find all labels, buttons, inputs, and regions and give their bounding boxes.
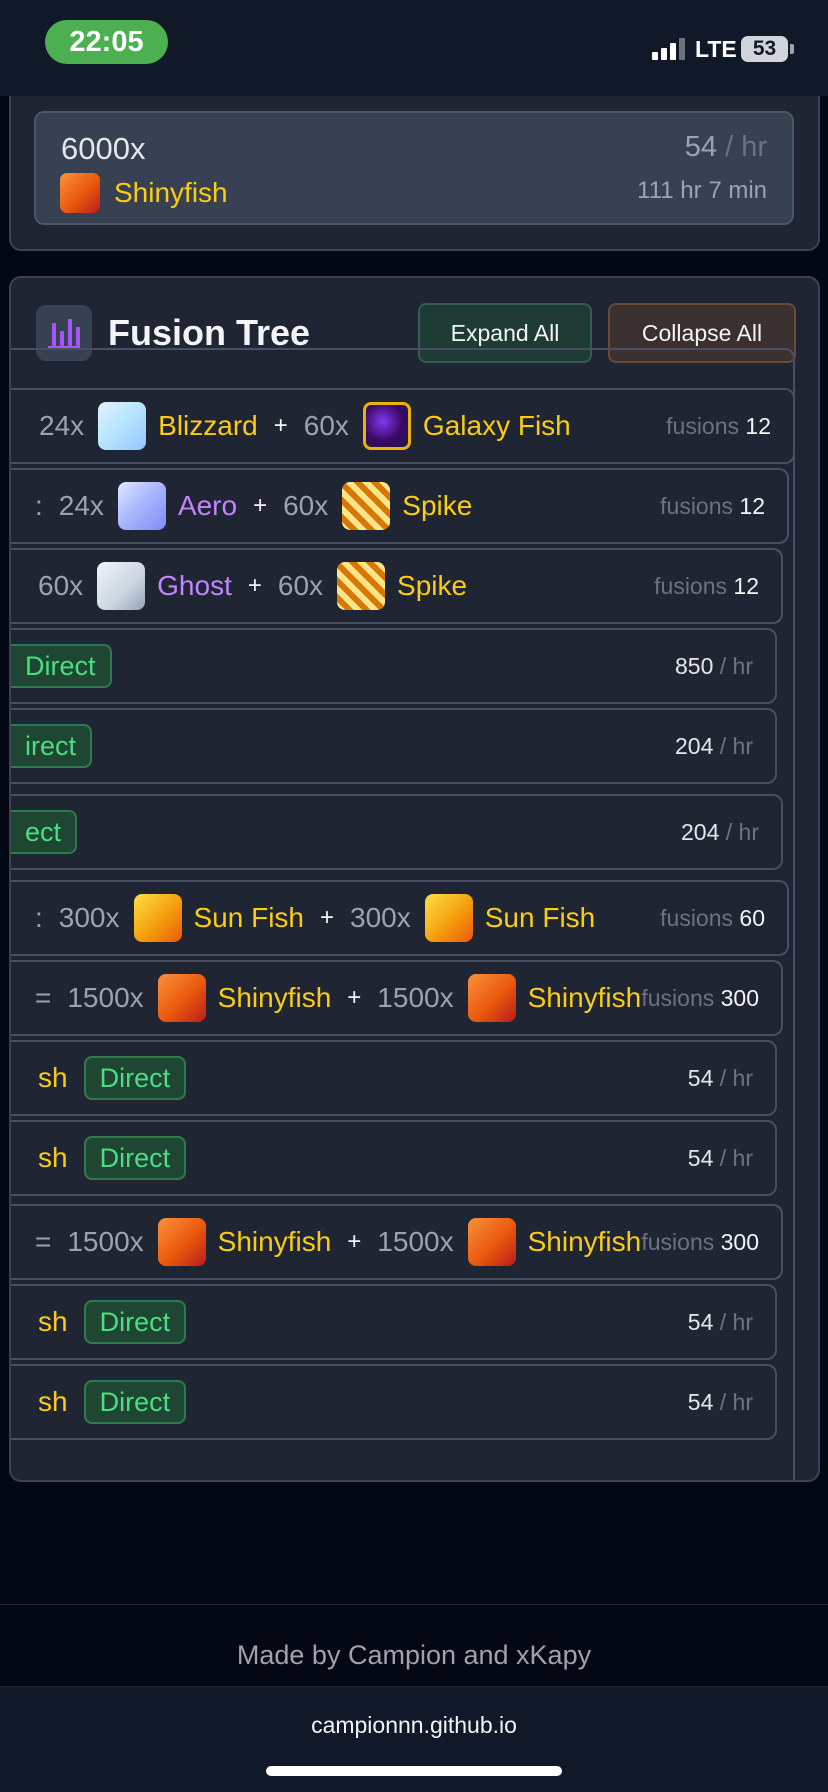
fish-name-tail: sh [38, 1306, 68, 1337]
footer-divider [0, 1604, 828, 1605]
rate-value: 54 / hr [687, 1144, 753, 1171]
fish-name-tail: sh [38, 1062, 68, 1093]
summary-fish-name: Shinyfish [114, 177, 228, 208]
fusions-count: fusions 300 [641, 984, 759, 1011]
spike-icon [342, 482, 391, 530]
fish-name: Sun Fish [484, 902, 596, 933]
summary-quantity: 6000x [61, 131, 146, 166]
summary-duration: 111 hr 7 min [637, 177, 767, 204]
rate-value: 204 / hr [675, 732, 753, 759]
tree-node-row[interactable]: : 24x Aero + 60x Spike fusions 12 [11, 468, 789, 544]
sun-fish-icon [424, 894, 473, 942]
status-time: 22:05 [45, 20, 168, 64]
status-bar: 22:05 LTE 53 [0, 0, 828, 96]
tree-node-row[interactable]: 60x Ghost + 60x Spike fusions 12 [11, 548, 783, 624]
fish-name: Shinyfish [527, 1226, 642, 1257]
shinyfish-icon [467, 1218, 516, 1266]
blizzard-icon [98, 402, 147, 450]
browser-url[interactable]: campionnn.github.io [0, 1712, 828, 1739]
aero-icon [117, 482, 166, 530]
browser-url-bar[interactable] [0, 1686, 828, 1792]
spike-icon [337, 562, 386, 610]
fish-name: Spike [402, 490, 473, 521]
shinyfish-icon [157, 1218, 206, 1266]
fish-name: Shinyfish [217, 1226, 332, 1257]
tree-leaf-row[interactable]: ect 204 / hr [11, 794, 783, 870]
fusions-count: fusions 300 [641, 1228, 759, 1255]
tree-leaf-row[interactable]: sh Direct 54 / hr [11, 1040, 777, 1116]
footer-credits: Made by Campion and xKapy [236, 1640, 592, 1670]
summary-fish: Shinyfish [60, 173, 228, 213]
network-type: LTE [695, 36, 737, 62]
fusions-count: fusions 12 [660, 492, 765, 519]
direct-badge: Direct [83, 1380, 187, 1424]
tree-leaf-row[interactable]: sh Direct 54 / hr [11, 1120, 777, 1196]
fish-name: Shinyfish [217, 982, 332, 1013]
rate-value: 54 / hr [687, 1308, 753, 1335]
sun-fish-icon [133, 894, 182, 942]
tree-leaf-row[interactable]: sh Direct 54 / hr [11, 1364, 777, 1440]
rate-value: 54 / hr [687, 1388, 753, 1415]
rate-value: 850 / hr [675, 652, 753, 679]
fish-name: Shinyfish [527, 982, 642, 1013]
tree-node-row[interactable]: : 300x Sun Fish + 300x Sun Fish fusions … [11, 880, 789, 956]
shinyfish-icon [60, 173, 100, 213]
fusions-count: fusions 60 [660, 904, 765, 931]
tree-node-row[interactable]: = 1500x Shinyfish + 1500x Shinyfish fusi… [11, 960, 783, 1036]
summary-rate: 54 / hr [684, 131, 767, 163]
fish-name-tail: sh [38, 1142, 68, 1173]
tree-leaf-row[interactable]: Direct 850 / hr [11, 628, 777, 704]
fish-name: Spike [397, 570, 468, 601]
direct-badge: Direct [83, 1300, 187, 1344]
summary-card: 6000x 54 / hr Shinyfish 111 hr 7 min [34, 111, 794, 225]
direct-badge: ect [11, 810, 78, 854]
direct-badge: Direct [11, 644, 112, 688]
tree-node-row[interactable]: 24x Blizzard + 60x Galaxy Fish fusions 1… [11, 388, 795, 464]
tree-leaf-row[interactable]: irect 204 / hr [11, 708, 777, 784]
fish-name-tail: sh [38, 1386, 68, 1417]
fusions-count: fusions 12 [666, 412, 771, 439]
galaxy-fish-icon [362, 402, 411, 450]
signal-icon [652, 38, 688, 60]
direct-badge: irect [11, 724, 93, 768]
home-indicator[interactable] [266, 1766, 562, 1776]
direct-badge: Direct [83, 1136, 187, 1180]
fusions-count: fusions 12 [654, 572, 759, 599]
fish-name: Aero [177, 490, 238, 521]
fish-name: Blizzard [158, 410, 258, 441]
fish-name: Ghost [157, 570, 232, 601]
direct-badge: Direct [83, 1056, 187, 1100]
fusion-tree-card: Fusion Tree Expand All Collapse All 24x … [9, 276, 820, 1482]
shinyfish-icon [467, 974, 516, 1022]
fish-name: Galaxy Fish [422, 410, 571, 441]
fish-name: Sun Fish [193, 902, 305, 933]
shinyfish-icon [157, 974, 206, 1022]
tree-node-row[interactable]: = 1500x Shinyfish + 1500x Shinyfish fusi… [11, 1204, 783, 1280]
rate-value: 54 / hr [687, 1064, 753, 1091]
ghost-icon [97, 562, 146, 610]
rate-value: 204 / hr [681, 818, 759, 845]
tree-leaf-row[interactable]: sh Direct 54 / hr [11, 1284, 777, 1360]
battery-tip [790, 44, 794, 54]
battery-icon: 53 [741, 36, 788, 62]
